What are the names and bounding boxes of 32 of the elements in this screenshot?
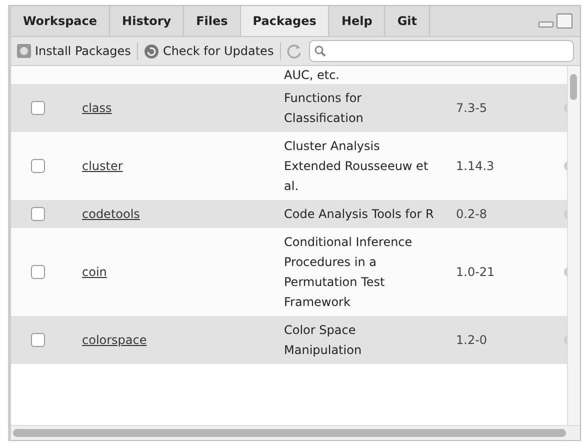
package-description: Code Analysis Tools for R [284,206,434,223]
package-link[interactable]: cluster [82,156,123,176]
package-description: Functions for Classification [284,90,364,127]
package-link[interactable]: codetools [82,204,140,224]
refresh-icon[interactable] [286,43,303,59]
load-checkbox[interactable] [31,207,45,221]
package-description: Cluster Analysis Extended Rousseeuw et al. [284,138,430,195]
package-link[interactable]: colorspace [82,330,147,350]
package-version: 1.2-0 [456,332,488,349]
load-checkbox[interactable] [31,333,45,347]
vertical-scrollbar[interactable] [567,66,580,425]
package-version: 1.0-21 [456,264,496,281]
tab[interactable]: Packages [240,6,330,36]
refresh-circle-icon [144,44,159,58]
load-checkbox[interactable] [31,101,45,115]
package-description: Conditional Inference Procedures in a Permutation Test Framework [284,234,414,311]
package-version: 0.2-8 [456,206,488,223]
package-description: Color Space Manipulation [284,322,363,359]
package-version: 1.14.3 [456,158,496,175]
package-link[interactable]: coin [82,262,107,282]
package-link[interactable]: class [82,98,112,118]
search-icon [314,45,326,57]
install-packages-button[interactable]: Install Packages [17,44,131,58]
window-controls-icon[interactable] [538,13,574,29]
package-description: AUC, etc. [284,67,340,84]
load-checkbox[interactable] [31,265,45,279]
package-version: 7.3-5 [456,100,488,117]
install-icon [17,44,31,58]
check-updates-button[interactable]: Check for Updates [144,44,274,58]
load-checkbox[interactable] [31,159,45,173]
horizontal-scrollbar[interactable] [11,425,580,440]
search-field[interactable] [308,40,574,62]
